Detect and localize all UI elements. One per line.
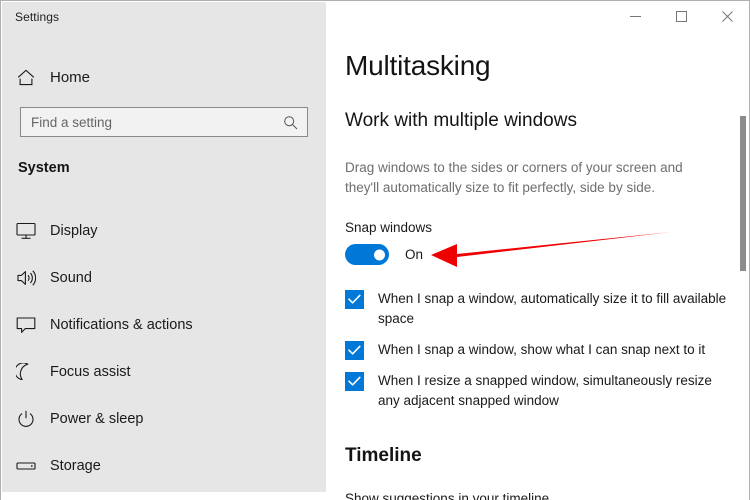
close-button[interactable] xyxy=(704,1,749,32)
speaker-icon xyxy=(2,269,50,287)
checkmark-icon[interactable] xyxy=(345,341,364,360)
moon-icon xyxy=(2,362,50,381)
checkmark-icon[interactable] xyxy=(345,372,364,391)
search-icon[interactable] xyxy=(283,115,298,130)
sidebar-item-notifications-actions[interactable]: Notifications & actions xyxy=(2,301,326,348)
timeline-sub-label: Show suggestions in your timeline xyxy=(345,491,550,500)
checkbox-label: When I snap a window, show what I can sn… xyxy=(378,342,706,357)
sidebar-item-storage[interactable]: Storage xyxy=(2,442,326,489)
sidebar-item-home[interactable]: Home xyxy=(2,61,326,93)
minimize-button[interactable] xyxy=(612,1,658,32)
drive-icon xyxy=(2,457,50,475)
checkbox-row-auto-size[interactable]: When I snap a window, automatically size… xyxy=(345,289,735,329)
section-heading-work-with-multiple-windows: Work with multiple windows xyxy=(345,110,577,131)
sidebar-section-title: System xyxy=(18,160,70,176)
sidebar-item-label: Notifications & actions xyxy=(50,316,193,333)
settings-window: Settings Home Find a setting System Disp… xyxy=(0,0,750,500)
sidebar-item-label: Power & sleep xyxy=(50,410,144,427)
checkbox-row-show-snap-suggestions[interactable]: When I snap a window, show what I can sn… xyxy=(345,340,735,360)
checkbox-row-resize-adjacent[interactable]: When I resize a snapped window, simultan… xyxy=(345,371,735,411)
home-icon xyxy=(2,69,50,86)
monitor-icon xyxy=(2,222,50,240)
maximize-icon xyxy=(675,11,687,22)
sidebar-item-sound[interactable]: Sound xyxy=(2,254,326,301)
sidebar-item-label: Display xyxy=(50,222,98,239)
snap-windows-toggle-state: On xyxy=(405,247,424,262)
sidebar-item-label-home: Home xyxy=(50,68,91,86)
sidebar-item-focus-assist[interactable]: Focus assist xyxy=(2,348,326,395)
search-input[interactable]: Find a setting xyxy=(20,107,308,137)
snap-windows-toggle[interactable] xyxy=(345,244,389,265)
search-placeholder: Find a setting xyxy=(31,114,113,130)
title-bar[interactable]: Settings xyxy=(1,1,749,33)
vertical-scrollbar[interactable] xyxy=(737,33,749,500)
close-icon xyxy=(721,11,733,22)
sidebar-item-label: Sound xyxy=(50,269,92,286)
sidebar-item-label: Focus assist xyxy=(50,363,131,380)
window-title: Settings xyxy=(15,10,60,24)
scrollbar-thumb[interactable] xyxy=(740,116,746,271)
toggle-knob xyxy=(374,249,385,260)
chat-bubble-icon xyxy=(2,316,50,334)
section-description: Drag windows to the sides or corners of … xyxy=(345,160,683,195)
sidebar-item-label: Storage xyxy=(50,457,101,474)
sidebar: Home Find a setting System Display Sound… xyxy=(2,2,326,492)
snap-windows-toggle-row: On xyxy=(345,244,423,265)
snap-windows-label: Snap windows xyxy=(345,220,433,235)
main-content: Multitasking Work with multiple windows … xyxy=(326,2,749,500)
section-heading-timeline: Timeline xyxy=(345,445,422,466)
checkmark-icon[interactable] xyxy=(345,290,364,309)
sidebar-item-power-sleep[interactable]: Power & sleep xyxy=(2,395,326,442)
power-icon xyxy=(2,410,50,428)
sidebar-item-display[interactable]: Display xyxy=(2,207,326,254)
checkbox-label: When I snap a window, automatically size… xyxy=(378,291,727,326)
minimize-icon xyxy=(629,16,641,17)
sidebar-nav-list: Display Sound Notifications & actions Fo… xyxy=(2,207,326,489)
maximize-button[interactable] xyxy=(658,1,704,32)
page-title: Multitasking xyxy=(345,50,491,81)
snap-options-list: When I snap a window, automatically size… xyxy=(345,289,735,422)
checkbox-label: When I resize a snapped window, simultan… xyxy=(378,373,712,408)
